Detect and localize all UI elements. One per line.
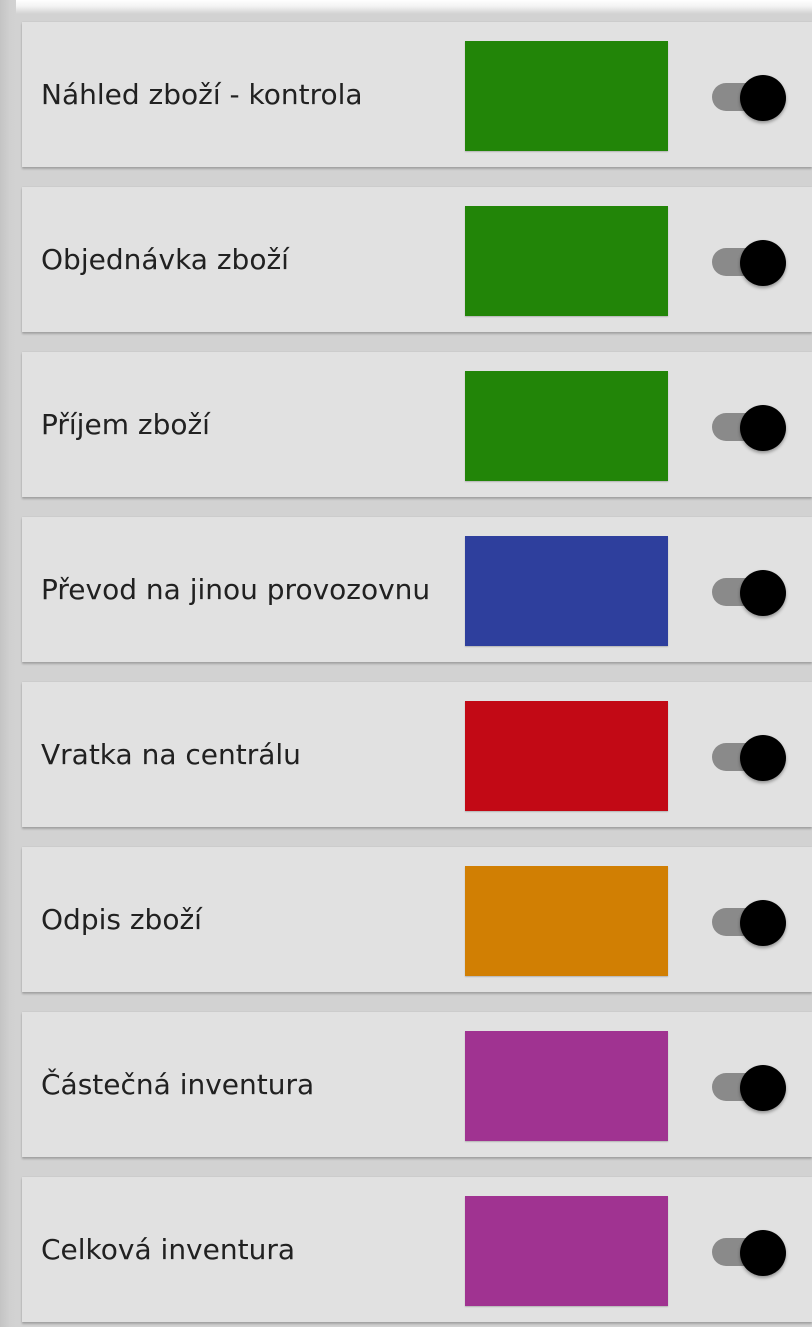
enable-toggle[interactable] xyxy=(710,1177,790,1322)
enable-toggle[interactable] xyxy=(710,847,790,992)
toggle-thumb xyxy=(740,570,786,616)
enable-toggle[interactable] xyxy=(710,1012,790,1157)
color-swatch[interactable] xyxy=(465,701,668,811)
enable-toggle[interactable] xyxy=(710,352,790,497)
toggle-thumb xyxy=(740,735,786,781)
color-swatch[interactable] xyxy=(465,371,668,481)
list-item-castecna-inventura: Částečná inventura xyxy=(22,1012,812,1157)
color-swatch[interactable] xyxy=(465,1031,668,1141)
toggle-thumb xyxy=(740,405,786,451)
color-swatch[interactable] xyxy=(465,536,668,646)
item-label: Celková inventura xyxy=(41,1233,295,1266)
enable-toggle[interactable] xyxy=(710,517,790,662)
color-swatch[interactable] xyxy=(465,206,668,316)
toggle-thumb xyxy=(740,1230,786,1276)
item-label: Částečná inventura xyxy=(41,1068,315,1101)
color-swatch[interactable] xyxy=(465,866,668,976)
settings-screen: Náhled zboží - kontrola Objednávka zboží… xyxy=(0,0,812,1327)
item-label: Odpis zboží xyxy=(41,903,202,936)
enable-toggle[interactable] xyxy=(710,187,790,332)
item-label: Náhled zboží - kontrola xyxy=(41,78,363,111)
toggle-thumb xyxy=(740,1065,786,1111)
list-item-prijem-zbozi: Příjem zboží xyxy=(22,352,812,497)
list-item-odpis-zbozi: Odpis zboží xyxy=(22,847,812,992)
document-type-list: Náhled zboží - kontrola Objednávka zboží… xyxy=(22,22,812,1322)
enable-toggle[interactable] xyxy=(710,22,790,167)
item-label: Objednávka zboží xyxy=(41,243,289,276)
list-item-objednavka-zbozi: Objednávka zboží xyxy=(22,187,812,332)
toggle-thumb xyxy=(740,900,786,946)
list-item-vratka-na-centralu: Vratka na centrálu xyxy=(22,682,812,827)
toggle-thumb xyxy=(740,240,786,286)
list-item-nahled-zbozi-kontrola: Náhled zboží - kontrola xyxy=(22,22,812,167)
toggle-thumb xyxy=(740,75,786,121)
list-item-celkova-inventura: Celková inventura xyxy=(22,1177,812,1322)
item-label: Příjem zboží xyxy=(41,408,210,441)
color-swatch[interactable] xyxy=(465,1196,668,1306)
enable-toggle[interactable] xyxy=(710,682,790,827)
color-swatch[interactable] xyxy=(465,41,668,151)
item-label: Převod na jinou provozovnu xyxy=(41,573,431,606)
item-label: Vratka na centrálu xyxy=(41,738,301,771)
list-item-prevod-na-jinou-provozovnu: Převod na jinou provozovnu xyxy=(22,517,812,662)
